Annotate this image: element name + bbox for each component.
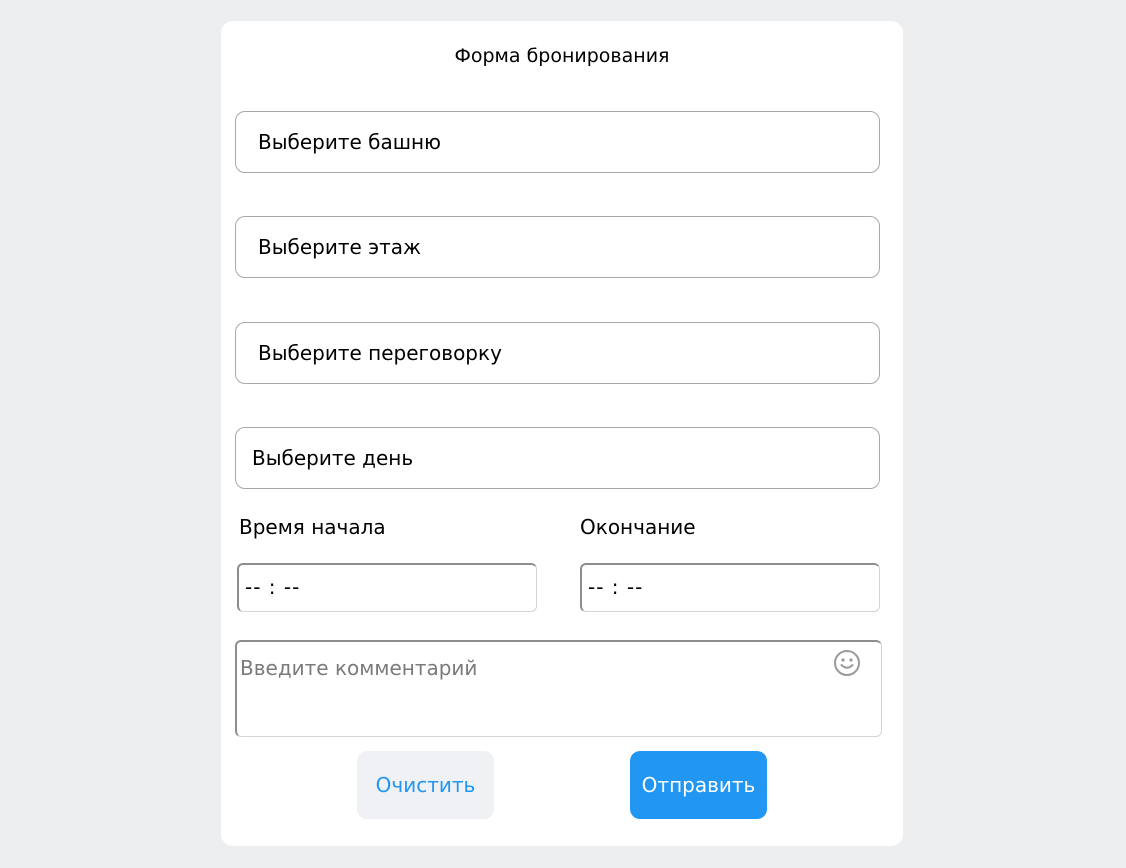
end-time-label: Окончание — [580, 515, 696, 539]
room-select[interactable]: Выберите переговорку — [235, 322, 880, 384]
form-title: Форма бронирования — [454, 45, 670, 67]
tower-select-label: Выберите башню — [258, 130, 441, 154]
booking-form-card: Форма бронирования Выберите башню Выбери… — [221, 21, 903, 846]
floor-select[interactable]: Выберите этаж — [235, 216, 880, 278]
start-time-label: Время начала — [239, 515, 386, 539]
day-select[interactable]: Выберите день — [235, 427, 880, 489]
comment-placeholder: Введите комментарий — [240, 656, 478, 680]
end-time-value: -- : -- — [588, 575, 644, 599]
start-time-value: -- : -- — [245, 575, 301, 599]
floor-select-label: Выберите этаж — [258, 235, 422, 259]
start-time-input[interactable]: -- : -- — [237, 563, 537, 612]
clear-button[interactable]: Очистить — [357, 751, 494, 819]
end-time-input[interactable]: -- : -- — [580, 563, 880, 612]
day-select-label: Выберите день — [252, 446, 414, 470]
comment-textarea[interactable]: Введите комментарий — [235, 640, 882, 737]
smile-icon[interactable] — [833, 649, 861, 677]
room-select-label: Выберите переговорку — [258, 341, 502, 365]
submit-button[interactable]: Отправить — [630, 751, 767, 819]
tower-select[interactable]: Выберите башню — [235, 111, 880, 173]
